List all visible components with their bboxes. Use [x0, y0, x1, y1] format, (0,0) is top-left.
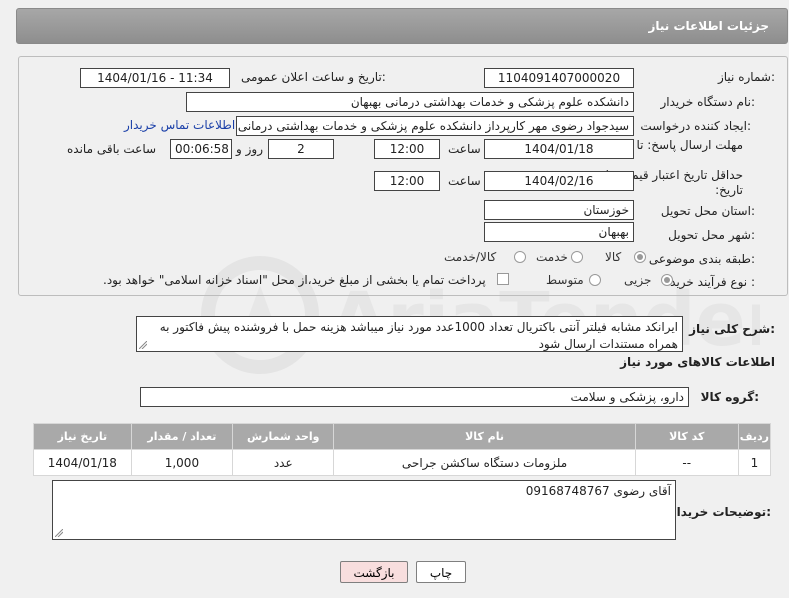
city-label: شهر محل تحویل:	[668, 228, 755, 242]
radio-medium[interactable]	[589, 274, 601, 286]
process-label: نوع فرآیند خرید :	[670, 275, 755, 289]
description-text: ایرانکد مشابه فیلتر آنتی باکتریال تعداد …	[159, 320, 678, 351]
validity-time-field: 12:00	[374, 171, 440, 191]
cell-unit: عدد	[232, 449, 335, 476]
cell-name: ملزومات دستگاه ساکشن جراحی	[333, 449, 636, 476]
buyer-org-field: دانشکده علوم پزشکی و خدمات بهداشتی درمان…	[186, 92, 634, 112]
cell-row-num: 1	[737, 449, 772, 476]
print-button[interactable]: چاپ	[416, 561, 466, 583]
cell-code: --	[634, 449, 739, 476]
announce-label: تاریخ و ساعت اعلان عمومی:	[241, 70, 386, 84]
payment-note: پرداخت تمام یا بخشی از مبلغ خرید،از محل …	[103, 273, 486, 287]
description-textarea[interactable]: ایرانکد مشابه فیلتر آنتی باکتریال تعداد …	[136, 316, 683, 352]
items-table: ردیف کد کالا نام کالا واحد شمارش تعداد /…	[33, 423, 772, 476]
buyer-contact-link[interactable]: اطلاعات تماس خریدار	[124, 118, 235, 132]
radio-goods-service[interactable]	[514, 251, 526, 263]
col-header-quantity: تعداد / مقدار	[130, 423, 234, 450]
panel-header: جزئیات اطلاعات نیاز	[16, 8, 788, 44]
table-header-row: ردیف کد کالا نام کالا واحد شمارش تعداد /…	[33, 423, 772, 450]
radio-goods-service-label: کالا/خدمت	[444, 250, 497, 264]
need-number-label: شماره نیاز:	[717, 70, 775, 84]
goods-group-label: گروه کالا:	[700, 390, 759, 404]
reply-time-label: ساعت	[448, 142, 481, 156]
description-label: شرح کلی نیاز:	[689, 322, 775, 336]
remaining-label: ساعت باقی مانده	[67, 142, 157, 156]
treasury-payment-checkbox[interactable]	[497, 273, 509, 285]
province-label: استان محل تحویل:	[660, 204, 755, 218]
province-field: خوزستان	[484, 200, 634, 220]
back-button[interactable]: بازگشت	[340, 561, 408, 583]
resize-grip-icon[interactable]	[55, 529, 63, 537]
creator-field: سیدجواد رضوی مهر کارپرداز دانشکده علوم پ…	[236, 116, 634, 136]
days-field: 2	[268, 139, 334, 159]
reply-date-field: 1404/01/18	[484, 139, 634, 159]
radio-minor[interactable]	[661, 274, 673, 286]
table-row: 1 -- ملزومات دستگاه ساکشن جراحی عدد 1,00…	[33, 449, 772, 476]
col-header-row-num: ردیف	[737, 423, 772, 450]
col-header-code: کد کالا	[634, 423, 739, 450]
radio-goods-label: کالا	[605, 250, 622, 264]
buyer-org-label: نام دستگاه خریدار:	[660, 95, 756, 109]
radio-medium-label: متوسط	[546, 273, 584, 287]
page-title: جزئیات اطلاعات نیاز	[648, 19, 769, 33]
buyer-notes-textarea[interactable]: آقای رضوی 09168748767	[52, 480, 676, 540]
remaining-time-field: 00:06:58	[170, 139, 232, 159]
radio-service-label: خدمت	[536, 250, 568, 264]
announce-field: 1404/01/16 - 11:34	[80, 68, 230, 88]
need-number-field: 1104091407000020	[484, 68, 634, 88]
reply-time-field: 12:00	[374, 139, 440, 159]
buyer-notes-text: آقای رضوی 09168748767	[525, 484, 671, 498]
city-field: بهبهان	[484, 222, 634, 242]
radio-minor-label: جزیی	[624, 273, 652, 287]
radio-service[interactable]	[571, 251, 583, 263]
cell-date: 1404/01/18	[33, 449, 132, 476]
resize-grip-icon[interactable]	[139, 341, 147, 349]
col-header-date: تاریخ نیاز	[33, 423, 132, 450]
radio-goods[interactable]	[634, 251, 646, 263]
days-label: روز و	[236, 142, 263, 156]
col-header-unit: واحد شمارش	[232, 423, 335, 450]
goods-info-title: اطلاعات کالاهای مورد نیاز	[620, 355, 775, 369]
cell-quantity: 1,000	[130, 449, 234, 476]
validity-date-field: 1404/02/16	[484, 171, 634, 191]
goods-group-field: دارو، پزشکی و سلامت	[140, 387, 689, 407]
category-label: طبقه بندی موضوعی:	[648, 252, 755, 266]
buyer-notes-label: توضیحات خریدار:	[669, 505, 771, 519]
validity-time-label: ساعت	[448, 174, 481, 188]
col-header-name: نام کالا	[333, 423, 636, 450]
creator-label: ایجاد کننده درخواست:	[640, 119, 751, 133]
